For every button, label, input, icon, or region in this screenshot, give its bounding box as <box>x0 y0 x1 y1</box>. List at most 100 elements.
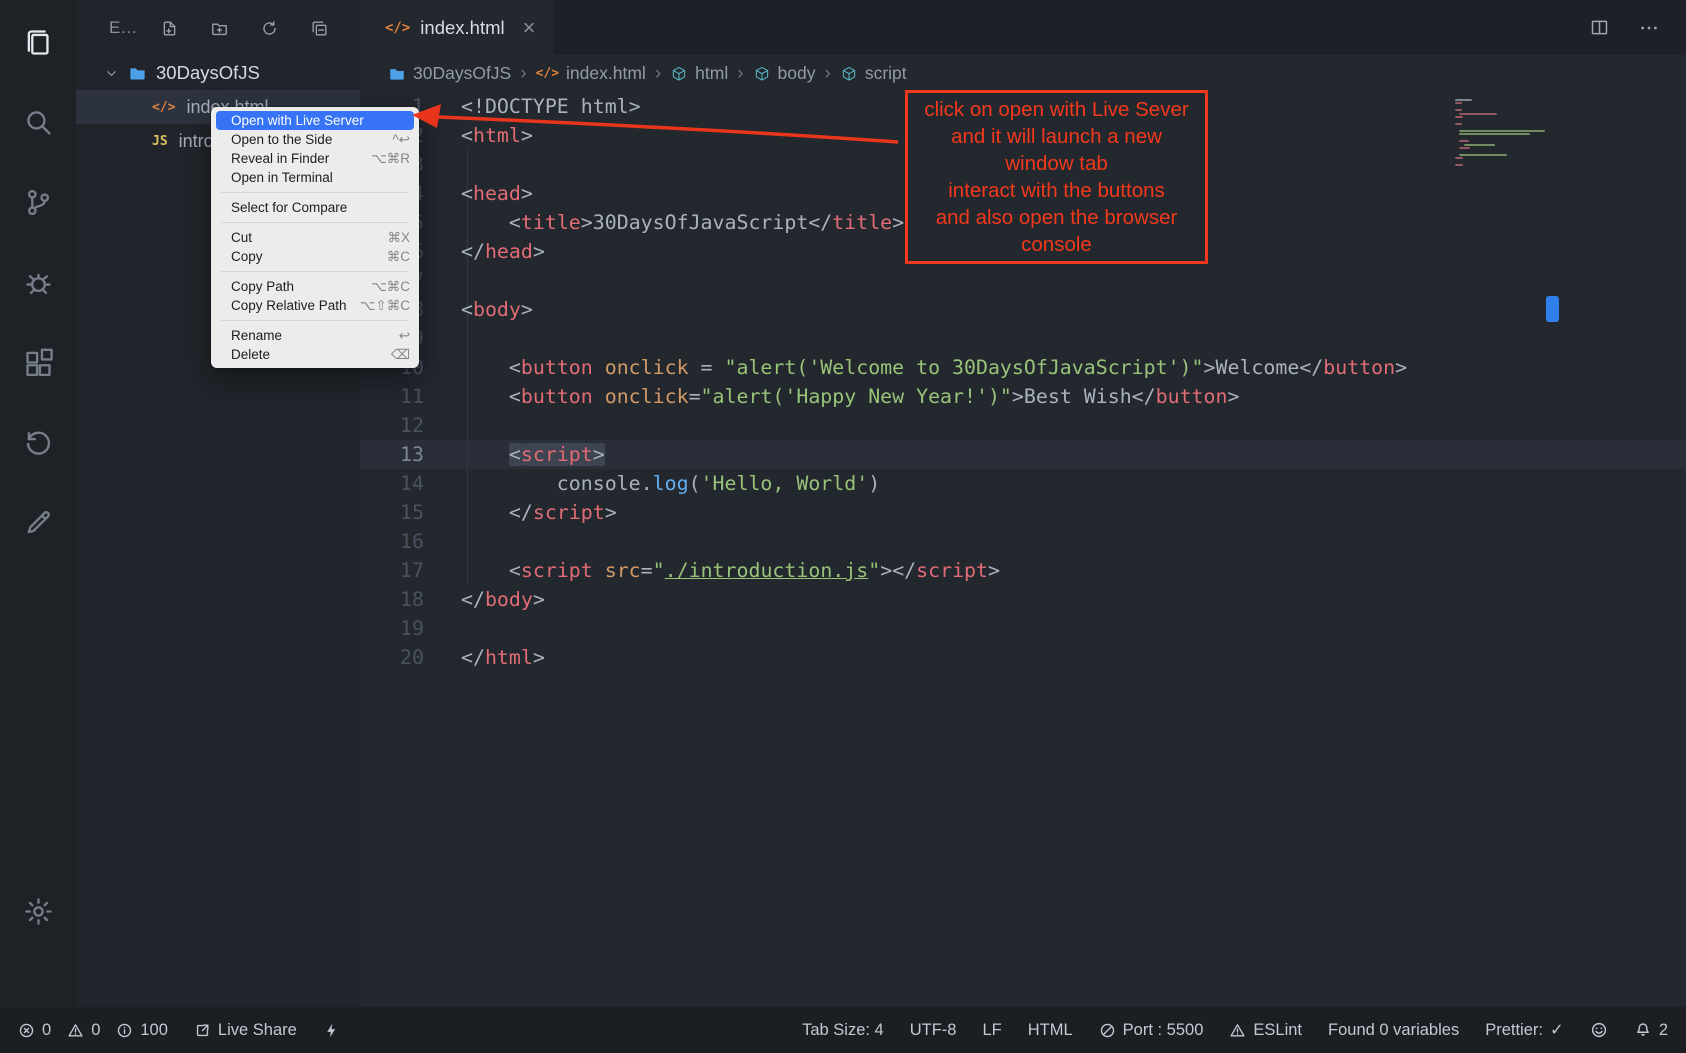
code-line-11[interactable]: 11 <button onclick="alert('Happy New Yea… <box>360 382 1686 411</box>
eol-status[interactable]: LF <box>982 1021 1001 1040</box>
minimap-line <box>1455 123 1462 125</box>
warnings-status[interactable]: 0 <box>67 1021 100 1040</box>
line-number[interactable]: 11 <box>360 382 424 411</box>
tab-bar: </> index.html × <box>360 0 1686 55</box>
extensions-icon[interactable] <box>0 322 76 402</box>
bolt-status[interactable] <box>323 1022 340 1039</box>
editor-actions <box>1589 0 1686 55</box>
bell-icon <box>1634 1021 1652 1039</box>
explorer-header: E… <box>76 0 360 56</box>
chevron-down-icon <box>104 66 119 81</box>
warning-icon <box>67 1022 84 1039</box>
variables-status[interactable]: Found 0 variables <box>1328 1021 1459 1040</box>
code-line-18[interactable]: 18</body> <box>360 585 1686 614</box>
code-line-19[interactable]: 19 <box>360 614 1686 643</box>
minimap-line <box>1455 109 1462 111</box>
code-line-10[interactable]: 10 <button onclick = "alert('Welcome to … <box>360 353 1686 382</box>
code-line-7[interactable]: 7 <box>360 266 1686 295</box>
explorer-icon[interactable] <box>0 2 76 82</box>
symbol-cube-icon <box>670 65 688 83</box>
new-file-icon[interactable] <box>160 19 179 38</box>
tab-index-html[interactable]: </> index.html × <box>360 0 553 55</box>
settings-gear-icon[interactable] <box>0 871 76 951</box>
menu-item-rename[interactable]: Rename↩ <box>211 326 419 345</box>
notifications-status[interactable]: 2 <box>1634 1021 1668 1040</box>
info-status[interactable]: 100 <box>116 1021 168 1040</box>
edit-session-icon[interactable] <box>0 482 76 562</box>
prettier-status[interactable]: Prettier: ✓ <box>1485 1020 1564 1040</box>
breadcrumb-separator: › <box>737 63 743 85</box>
code-line-20[interactable]: 20</html> <box>360 643 1686 672</box>
refresh-icon[interactable] <box>260 19 279 38</box>
breadcrumb-item-html[interactable]: html <box>670 63 728 84</box>
feedback-status[interactable] <box>1590 1021 1608 1039</box>
annotation-line: and also open the browser <box>912 204 1201 231</box>
breadcrumb-item-script[interactable]: script <box>840 63 907 84</box>
menu-item-copy-path[interactable]: Copy Path⌥⌘C <box>211 277 419 296</box>
folder-30daysofjs[interactable]: 30DaysOfJS <box>76 56 360 90</box>
menu-item-open-to-the-side[interactable]: Open to the Side^↩ <box>211 130 419 149</box>
root-folder-label: 30DaysOfJS <box>156 62 260 84</box>
code-line-17[interactable]: 17 <script src="./introduction.js"></scr… <box>360 556 1686 585</box>
more-actions-icon[interactable] <box>1638 17 1660 39</box>
history-icon[interactable] <box>0 402 76 482</box>
code-line-13[interactable]: 13 <script> <box>360 440 1686 469</box>
new-folder-icon[interactable] <box>210 19 229 38</box>
code-line-16[interactable]: 16 <box>360 527 1686 556</box>
encoding-status[interactable]: UTF-8 <box>910 1021 957 1040</box>
minimap-line <box>1455 151 1547 153</box>
activity-bar <box>0 0 76 1007</box>
minimap-line <box>1455 127 1547 129</box>
search-icon[interactable] <box>0 82 76 162</box>
warning-icon <box>1229 1022 1246 1039</box>
code-line-15[interactable]: 15 </script> <box>360 498 1686 527</box>
code-line-14[interactable]: 14 console.log('Hello, World') <box>360 469 1686 498</box>
language-status[interactable]: HTML <box>1028 1021 1073 1040</box>
minimap-line <box>1459 130 1545 132</box>
menu-item-select-for-compare[interactable]: Select for Compare <box>211 198 419 217</box>
port-status[interactable]: Port : 5500 <box>1099 1021 1204 1040</box>
line-number[interactable]: 15 <box>360 498 424 527</box>
line-number[interactable]: 14 <box>360 469 424 498</box>
close-icon[interactable]: × <box>523 17 536 39</box>
errors-status[interactable]: 0 <box>18 1021 51 1040</box>
code-line-12[interactable]: 12 <box>360 411 1686 440</box>
run-debug-icon[interactable] <box>0 242 76 322</box>
minimap-line <box>1459 147 1469 149</box>
minimap-line <box>1455 116 1463 118</box>
collapse-all-icon[interactable] <box>310 19 329 38</box>
code-file-icon: </> <box>536 66 559 81</box>
js-file-icon: JS <box>152 134 168 149</box>
scroll-decoration[interactable] <box>1546 296 1559 322</box>
menu-item-copy-relative-path[interactable]: Copy Relative Path⌥⇧⌘C <box>211 296 419 315</box>
port-icon <box>1099 1022 1116 1039</box>
minimap-line <box>1459 113 1497 115</box>
split-editor-icon[interactable] <box>1589 17 1610 38</box>
breadcrumb-item-project[interactable]: 30DaysOfJS <box>388 63 511 84</box>
breadcrumb-item-file[interactable]: </> index.html <box>536 63 646 84</box>
breadcrumb-item-body[interactable]: body <box>753 63 816 84</box>
menu-item-delete[interactable]: Delete⌫ <box>211 345 419 364</box>
line-number[interactable]: 16 <box>360 527 424 556</box>
line-number[interactable]: 18 <box>360 585 424 614</box>
source-control-icon[interactable] <box>0 162 76 242</box>
minimap-line <box>1455 157 1463 159</box>
context-menu: Open with Live ServerOpen to the Side^↩R… <box>211 107 419 368</box>
line-number[interactable]: 13 <box>360 440 424 469</box>
line-number[interactable]: 19 <box>360 614 424 643</box>
menu-item-cut[interactable]: Cut⌘X <box>211 228 419 247</box>
menu-item-copy[interactable]: Copy⌘C <box>211 247 419 266</box>
menu-item-open-in-terminal[interactable]: Open in Terminal <box>211 168 419 187</box>
tab-size-status[interactable]: Tab Size: 4 <box>802 1021 884 1040</box>
code-line-9[interactable]: 9 <box>360 324 1686 353</box>
menu-item-reveal-in-finder[interactable]: Reveal in Finder⌥⌘R <box>211 149 419 168</box>
live-share-status[interactable]: Live Share <box>194 1021 297 1040</box>
minimap[interactable] <box>1455 99 1547 168</box>
eslint-status[interactable]: ESLint <box>1229 1021 1302 1040</box>
menu-item-open-with-live-server[interactable]: Open with Live Server <box>216 111 414 130</box>
code-line-8[interactable]: 8<body> <box>360 295 1686 324</box>
line-number[interactable]: 12 <box>360 411 424 440</box>
annotation-line: and it will launch a new <box>912 123 1201 150</box>
line-number[interactable]: 17 <box>360 556 424 585</box>
line-number[interactable]: 20 <box>360 643 424 672</box>
